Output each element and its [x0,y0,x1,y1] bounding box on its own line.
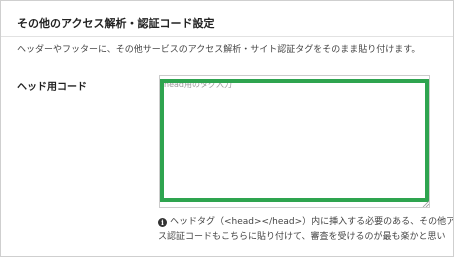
info-circle-icon: i [158,218,167,227]
head-code-label: ヘッド用コード [17,82,87,93]
help-line-1: i ヘッドタグ（<head></head>）内に挿入する必要のある、その他アク [158,215,454,230]
head-code-field-wrapper [159,75,430,208]
head-code-textarea[interactable] [159,75,430,208]
help-text-line-1: ヘッドタグ（<head></head>）内に挿入する必要のある、その他アク [170,217,454,227]
help-text: i ヘッドタグ（<head></head>）内に挿入する必要のある、その他アク ス… [158,215,454,245]
divider [1,36,453,37]
settings-panel: その他のアクセス解析・認証コード設定 ヘッダーやフッターに、その他サービスのアク… [0,0,454,257]
section-description: ヘッダーやフッターに、その他サービスのアクセス解析・サイト認証タグをそのまま貼り… [17,45,421,55]
help-line-2: ス認証コードもこちらに貼り付けて、審査を受けるのが最も楽かと思い [158,232,446,242]
section-title: その他のアクセス解析・認証コード設定 [17,17,215,30]
